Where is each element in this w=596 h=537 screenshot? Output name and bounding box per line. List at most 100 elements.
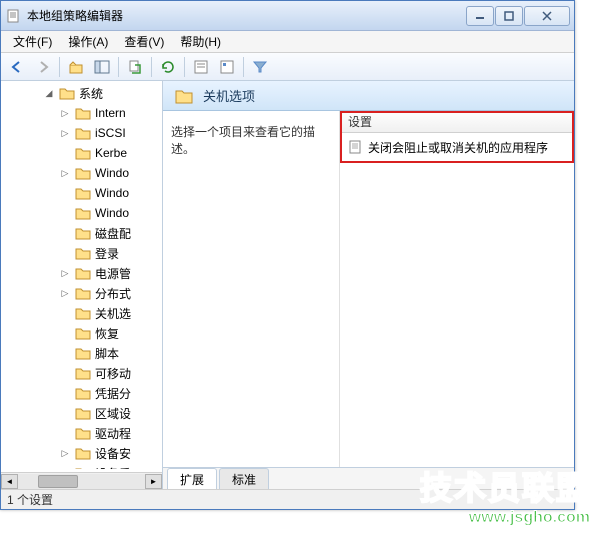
tree-pane: ◢ 系统 ▷ Intern ▷ iSCSI Kerbe ▷Windo Windo Windo 磁… <box>1 81 163 489</box>
menu-file[interactable]: 文件(F) <box>5 31 60 52</box>
forward-button[interactable] <box>31 55 55 79</box>
details-pane: 关机选项 选择一个项目来查看它的描述。 设置 关闭会阻止或取消关机的应用程序 扩… <box>163 81 574 489</box>
details-header: 关机选项 <box>163 81 574 111</box>
tab-standard[interactable]: 标准 <box>219 468 269 489</box>
tree-node[interactable]: 关机选 <box>1 303 162 323</box>
tree-node[interactable]: 脚本 <box>1 343 162 363</box>
tree-label: Intern <box>95 106 126 120</box>
back-button[interactable] <box>5 55 29 79</box>
tree-label: 电源管 <box>95 265 131 282</box>
tree-node[interactable]: 恢复 <box>1 323 162 343</box>
folder-icon <box>75 186 91 200</box>
tab-extended[interactable]: 扩展 <box>167 468 217 489</box>
toolbar-separator <box>184 57 185 77</box>
description-column: 选择一个项目来查看它的描述。 <box>163 111 339 467</box>
expand-icon[interactable]: ▷ <box>59 288 71 299</box>
tree-node[interactable]: 区域设 <box>1 403 162 423</box>
tree-label: 可移动 <box>95 365 131 382</box>
tree-label: 区域设 <box>95 405 131 422</box>
filter-button[interactable] <box>248 55 272 79</box>
maximize-button[interactable] <box>495 6 523 26</box>
tree-node[interactable]: 磁盘配 <box>1 223 162 243</box>
scroll-track[interactable] <box>18 474 145 489</box>
expand-icon[interactable]: ▷ <box>59 268 71 279</box>
scroll-thumb[interactable] <box>38 475 78 488</box>
tree-node-root[interactable]: ◢ 系统 <box>1 83 162 103</box>
scroll-left-button[interactable]: ◄ <box>1 474 18 489</box>
tree-node[interactable]: 驱动程 <box>1 423 162 443</box>
folder-icon <box>75 166 91 180</box>
policy-item[interactable]: 关闭会阻止或取消关机的应用程序 <box>344 137 570 157</box>
tree-label: 设备安 <box>95 445 131 462</box>
expand-icon[interactable]: ▷ <box>59 168 71 179</box>
tree-node[interactable]: 登录 <box>1 243 162 263</box>
tree-label: 驱动程 <box>95 425 131 442</box>
tree-node[interactable]: 凭据分 <box>1 383 162 403</box>
folder-icon <box>75 146 91 160</box>
tree-node[interactable]: Kerbe <box>1 143 162 163</box>
folder-icon <box>75 266 91 280</box>
close-button[interactable] <box>524 6 570 26</box>
show-hide-tree-button[interactable] <box>90 55 114 79</box>
settings-list: 设置 关闭会阻止或取消关机的应用程序 <box>339 111 574 467</box>
menu-action[interactable]: 操作(A) <box>60 31 116 52</box>
expand-icon[interactable]: ▷ <box>59 448 71 459</box>
toolbar-separator <box>243 57 244 77</box>
expand-icon[interactable]: ▷ <box>59 108 71 119</box>
titlebar[interactable]: 本地组策略编辑器 <box>1 1 574 31</box>
tree-label: 关机选 <box>95 305 131 322</box>
tree-horizontal-scrollbar[interactable]: ◄ ► <box>1 472 162 489</box>
folder-icon <box>75 386 91 400</box>
policy-label: 关闭会阻止或取消关机的应用程序 <box>368 139 548 156</box>
folder-icon <box>75 406 91 420</box>
app-icon <box>5 8 21 24</box>
folder-icon <box>75 446 91 460</box>
expand-icon[interactable]: ▷ <box>59 128 71 139</box>
export-button[interactable] <box>123 55 147 79</box>
column-header-settings[interactable]: 设置 <box>340 111 574 133</box>
minimize-button[interactable] <box>466 6 494 26</box>
tree-node[interactable]: ▷ 设备安 <box>1 443 162 463</box>
tree-node[interactable]: ▷ 分布式 <box>1 283 162 303</box>
tree-node[interactable]: 可移动 <box>1 363 162 383</box>
toolbar-separator <box>151 57 152 77</box>
help-button[interactable] <box>215 55 239 79</box>
menu-view[interactable]: 查看(V) <box>116 31 172 52</box>
tree-node[interactable]: ▷ Intern <box>1 103 162 123</box>
up-button[interactable] <box>64 55 88 79</box>
policy-icon <box>348 140 362 154</box>
app-window: 本地组策略编辑器 文件(F) 操作(A) 查看(V) 帮助(H) <box>0 0 575 510</box>
tree-node[interactable]: ▷Windo <box>1 163 162 183</box>
folder-icon <box>59 86 75 100</box>
column-header-label: 设置 <box>348 113 372 130</box>
tree-content[interactable]: ◢ 系统 ▷ Intern ▷ iSCSI Kerbe ▷Windo Windo Windo 磁… <box>1 81 162 469</box>
statusbar: 1 个设置 <box>1 489 574 509</box>
tree-label: 分布式 <box>95 285 131 302</box>
refresh-button[interactable] <box>156 55 180 79</box>
folder-icon <box>75 346 91 360</box>
folder-icon <box>75 466 91 469</box>
folder-icon <box>75 326 91 340</box>
menu-help[interactable]: 帮助(H) <box>172 31 229 52</box>
tree-label: 恢复 <box>95 325 119 342</box>
tree-node[interactable]: Windo <box>1 183 162 203</box>
tree-node[interactable]: ▷ 电源管 <box>1 263 162 283</box>
tree-label: 磁盘配 <box>95 225 131 242</box>
tree-node[interactable]: Windo <box>1 203 162 223</box>
tree-label: 脚本 <box>95 345 119 362</box>
tree-label: iSCSI <box>95 126 126 140</box>
folder-icon <box>75 366 91 380</box>
folder-icon <box>75 206 91 220</box>
folder-icon <box>75 286 91 300</box>
folder-icon <box>75 426 91 440</box>
tree-node[interactable]: ▷ iSCSI <box>1 123 162 143</box>
properties-button[interactable] <box>189 55 213 79</box>
menubar: 文件(F) 操作(A) 查看(V) 帮助(H) <box>1 31 574 53</box>
folder-icon <box>75 126 91 140</box>
status-text: 1 个设置 <box>7 491 53 508</box>
scroll-right-button[interactable]: ► <box>145 474 162 489</box>
collapse-icon[interactable]: ◢ <box>43 88 55 99</box>
tree-label: Windo <box>95 186 129 200</box>
tree-node[interactable]: 设备重 <box>1 463 162 469</box>
tree-label: Kerbe <box>95 146 127 160</box>
